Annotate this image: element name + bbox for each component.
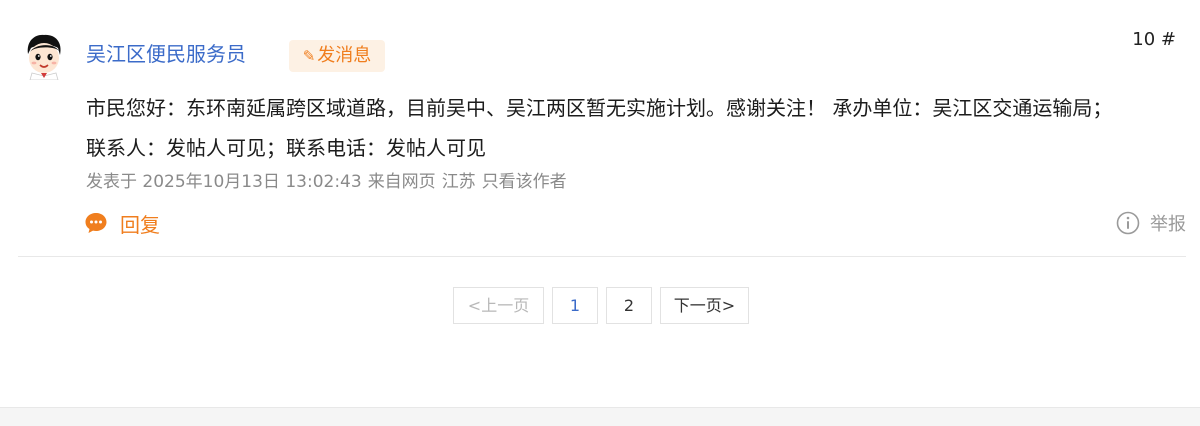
- avatar-cartoon-boy-icon: [27, 34, 61, 81]
- send-message-label: 发消息: [317, 45, 372, 66]
- post-content-line: 联系人：发帖人可见；联系电话：发帖人可见: [86, 136, 486, 160]
- post-content-line: 市民您好：东环南延属跨区域道路，目前吴中、吴江两区暂无实施计划。感谢关注！ 承办…: [86, 96, 1113, 120]
- post-divider: [18, 256, 1186, 257]
- report-label: 举报: [1150, 214, 1186, 235]
- next-page-button[interactable]: 下一页>: [660, 287, 749, 324]
- post-meta: 发表于 2025年10月13日 13:02:43 来自网页 江苏 只看该作者: [86, 170, 573, 194]
- reply-button[interactable]: 回复: [84, 208, 160, 238]
- author-name[interactable]: 吴江区便民服务员: [86, 40, 246, 68]
- footer-area: [0, 407, 1200, 426]
- report-button[interactable]: 举报: [1116, 210, 1186, 236]
- post-timestamp: 发表于 2025年10月13日 13:02:43: [86, 172, 362, 192]
- only-author-link[interactable]: 只看该作者: [482, 172, 567, 192]
- chat-bubble-icon: [85, 213, 107, 233]
- page-2-button[interactable]: 2: [606, 287, 652, 324]
- post-location: 江苏: [441, 172, 476, 192]
- prev-page-button[interactable]: <上一页: [453, 287, 544, 324]
- post-content: 市民您好：东环南延属跨区域道路，目前吴中、吴江两区暂无实施计划。感谢关注！ 承办…: [86, 88, 1176, 168]
- floor-number: 10 #: [1132, 29, 1176, 50]
- page-1-button[interactable]: 1: [552, 287, 598, 324]
- reply-label: 回复: [120, 212, 160, 237]
- pencil-icon: ✎: [302, 47, 316, 65]
- send-message-button[interactable]: ✎ 发消息: [289, 40, 385, 72]
- info-circle-icon: [1116, 211, 1140, 235]
- avatar[interactable]: [22, 32, 66, 81]
- post-source: 来自网页: [367, 172, 436, 192]
